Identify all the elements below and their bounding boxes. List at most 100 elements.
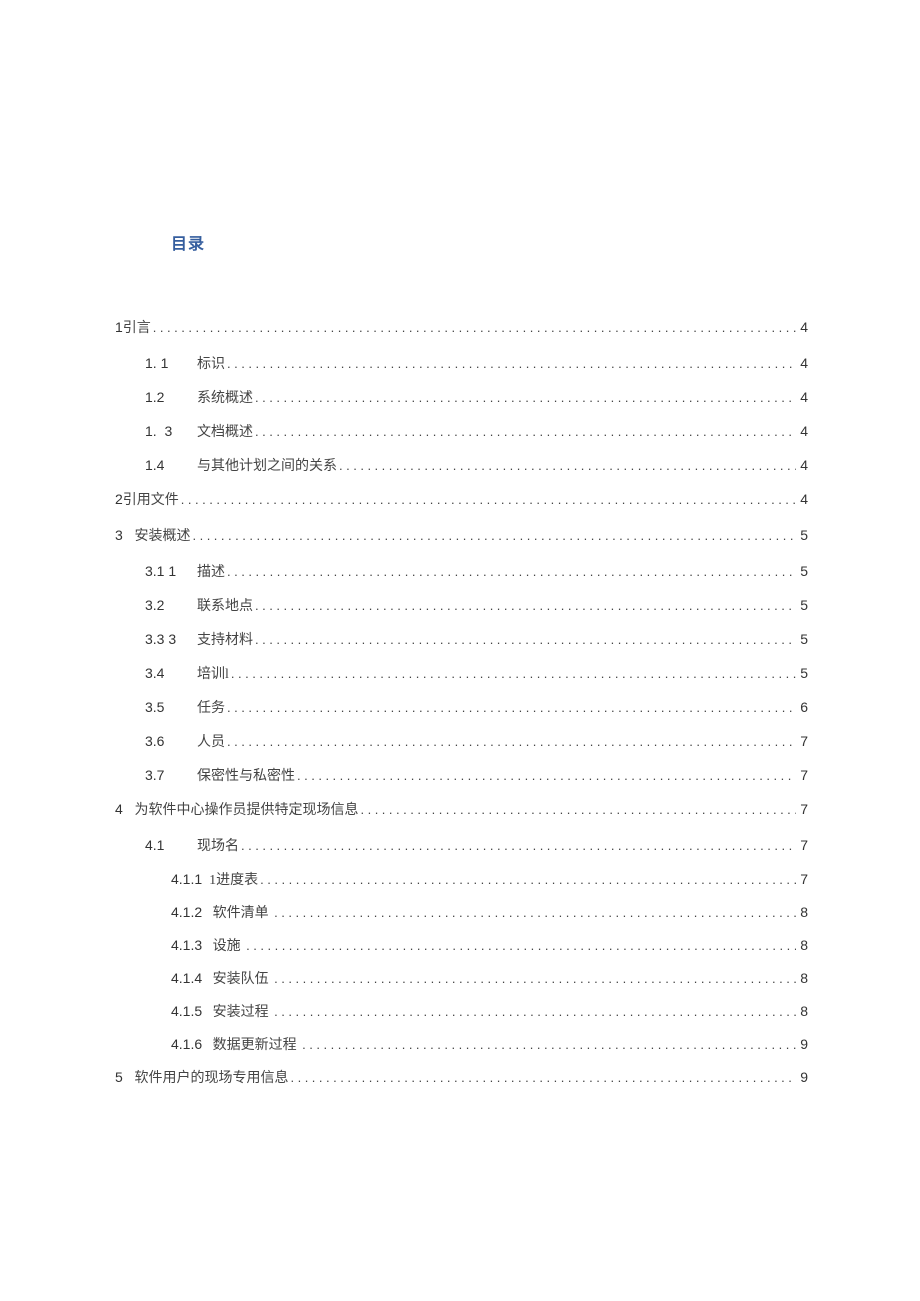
toc-entry-page: 8 <box>796 1004 808 1018</box>
toc-entry: 3 安装概述 5 <box>115 528 808 544</box>
toc-entry-number: 4.1.4 <box>171 971 202 985</box>
toc-entry: 3.5任务 6 <box>115 700 808 716</box>
toc-entry: 1.4与其他计划之间的关系 4 <box>115 458 808 474</box>
toc-entry-label: 文档概述 <box>197 426 253 440</box>
toc-leader-dots <box>272 906 796 919</box>
toc-entry-label: 标识 <box>197 358 225 372</box>
toc-leader-dots <box>239 839 796 852</box>
toc-entry-label: 软件用户的现场专用信息 <box>134 1072 288 1086</box>
toc-entry-label: 任务 <box>197 702 225 716</box>
toc-entry: 3.7保密性与私密性 7 <box>115 768 808 784</box>
toc-entry-label: 培训l <box>197 668 229 682</box>
toc-entry-page: 7 <box>796 802 808 816</box>
toc-leader-dots <box>225 735 796 748</box>
toc-entry-label: 安装队伍 <box>202 973 272 987</box>
toc-entry-page: 5 <box>796 632 808 646</box>
toc-leader-dots <box>253 599 796 612</box>
toc-entry: 1.2系统概述4 <box>115 390 808 406</box>
toc-entry: 4.1.3 设施 8 <box>115 938 808 954</box>
toc-entry: 3.1 1描述5 <box>115 564 808 580</box>
toc-entry: 1引言 4 <box>115 320 808 336</box>
toc-entry-page: 4 <box>796 424 808 438</box>
toc-entry-page: 7 <box>796 838 808 852</box>
document-page: 目录 1引言41. 1标识41.2系统概述41. 3文档概述41.4与其他计划之… <box>0 0 920 1301</box>
toc-leader-dots <box>300 1038 796 1051</box>
toc-entry-number: 4.1.6 <box>171 1037 202 1051</box>
toc-entry: 4.1.1 1进度表7 <box>115 872 808 888</box>
toc-entry-label: 引言 <box>123 322 151 336</box>
toc-entry-label: 数据更新过程 <box>202 1039 300 1053</box>
toc-entry-label: 保密性与私密性 <box>197 770 295 784</box>
toc-entry-number: 1.4 <box>145 458 197 472</box>
toc-entry-page: 5 <box>796 528 808 542</box>
toc-entry: 4.1.5 安装过程 8 <box>115 1004 808 1020</box>
toc-entry-page: 7 <box>796 768 808 782</box>
toc-entry-number: 3.5 <box>145 700 197 714</box>
toc-entry-page: 4 <box>796 492 808 506</box>
toc-entry: 2引用文件4 <box>115 492 808 508</box>
toc-entry-page: 9 <box>796 1037 808 1051</box>
toc-entry: 4.1现场名 7 <box>115 838 808 854</box>
toc-entry: 4.1.2 软件清单 8 <box>115 905 808 921</box>
toc-leader-dots <box>288 1071 796 1084</box>
toc-entry-page: 4 <box>796 458 808 472</box>
toc-entry-label: 联系地点 <box>197 600 253 614</box>
toc-leader-dots <box>190 529 796 542</box>
toc-entry: 4.1.6 数据更新过程 9 <box>115 1037 808 1053</box>
toc-entry-label: 支持材料 <box>197 634 253 648</box>
toc-entry-number: 1. 1 <box>145 356 197 370</box>
toc-entry: 3.4培训l5 <box>115 666 808 682</box>
toc-entry-number: 4.1.5 <box>171 1004 202 1018</box>
toc-leader-dots <box>225 565 796 578</box>
toc-entry-page: 7 <box>796 734 808 748</box>
toc-entry-label: 1进度表 <box>202 874 258 888</box>
toc-entry-label: 安装概述 <box>134 530 190 544</box>
toc-entry-number: 4 <box>115 802 134 816</box>
toc-leader-dots <box>225 701 796 714</box>
toc-entry-number: 3.3 3 <box>145 632 197 646</box>
toc-entry: 5 软件用户的现场专用信息 9 <box>115 1070 808 1086</box>
toc-leader-dots <box>225 357 796 370</box>
toc-entry-page: 7 <box>796 872 808 886</box>
toc-entry: 3.3 3支持材料 5 <box>115 632 808 648</box>
toc-entry-label: 安装过程 <box>202 1006 272 1020</box>
toc-entry-number: 4.1.3 <box>171 938 202 952</box>
toc-entry-number: 3.7 <box>145 768 197 782</box>
toc-entry-number: 1. 3 <box>145 424 197 438</box>
toc-entry-number: 4.1 <box>145 838 197 852</box>
toc-entry-number: 1 <box>115 320 123 334</box>
toc-entry-number: 5 <box>115 1070 134 1084</box>
toc-entry: 3.6人员7 <box>115 734 808 750</box>
toc-entry: 4 为软件中心操作员提供特定现场信息 7 <box>115 802 808 818</box>
toc-entry-label: 软件清单 <box>202 907 272 921</box>
toc-entry-page: 5 <box>796 564 808 578</box>
toc-heading: 目录 <box>171 230 808 254</box>
toc-entry-number: 3.1 1 <box>145 564 197 578</box>
toc-entry-page: 4 <box>796 320 808 334</box>
toc-leader-dots <box>258 873 796 886</box>
toc-leader-dots <box>244 939 796 952</box>
toc-entry-number: 4.1.2 <box>171 905 202 919</box>
toc-entry-label: 设施 <box>202 940 244 954</box>
toc-entry-page: 8 <box>796 905 808 919</box>
toc-entry-number: 2 <box>115 492 123 506</box>
toc-entry-label: 系统概述 <box>197 392 253 406</box>
toc-entry-page: 5 <box>796 598 808 612</box>
toc-entry-page: 8 <box>796 971 808 985</box>
toc-leader-dots <box>151 321 796 334</box>
toc-leader-dots <box>272 972 796 985</box>
toc-entry-page: 6 <box>796 700 808 714</box>
toc-entry-page: 8 <box>796 938 808 952</box>
toc-entry: 3.2联系地点5 <box>115 598 808 614</box>
toc-leader-dots <box>253 633 796 646</box>
toc-entry-label: 现场名 <box>197 840 239 854</box>
toc-entry: 1. 1标识4 <box>115 356 808 372</box>
toc-leader-dots <box>295 769 796 782</box>
toc-entry-number: 3 <box>115 528 134 542</box>
toc-entry-label: 与其他计划之间的关系 <box>197 460 337 474</box>
toc-entry-page: 4 <box>796 390 808 404</box>
toc-leader-dots <box>253 391 796 404</box>
toc-entry: 4.1.4 安装队伍 8 <box>115 971 808 987</box>
toc-entry-label: 为软件中心操作员提供特定现场信息 <box>134 804 358 818</box>
toc-entry-page: 9 <box>796 1070 808 1084</box>
